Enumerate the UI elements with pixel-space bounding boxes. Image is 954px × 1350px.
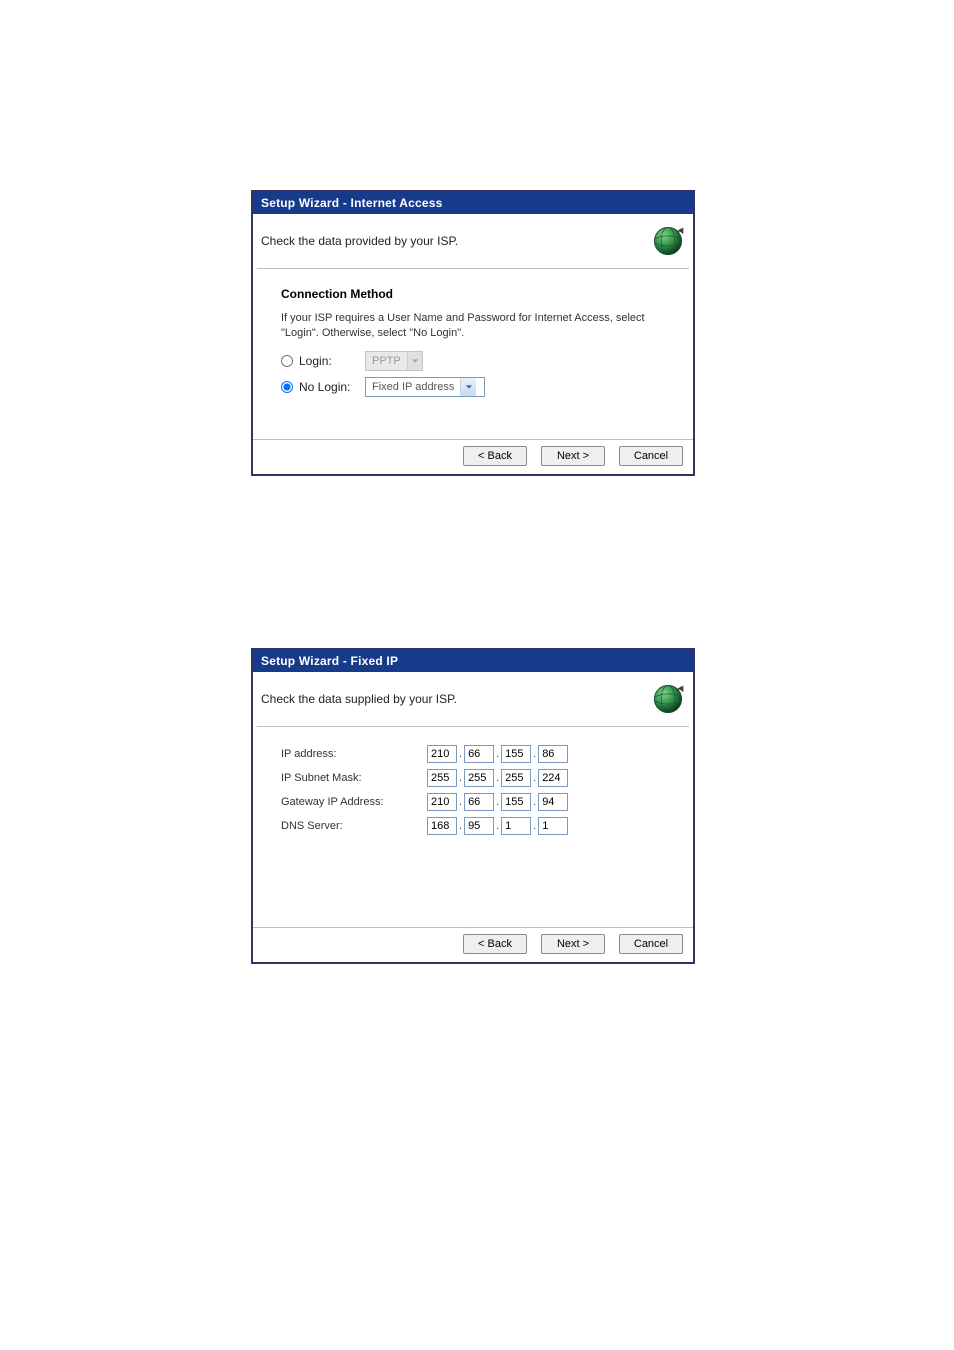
header-row: Check the data supplied by your ISP. (253, 672, 693, 726)
cancel-button[interactable]: Cancel (619, 934, 683, 954)
back-button[interactable]: < Back (463, 934, 527, 954)
ip-b[interactable] (464, 745, 494, 763)
login-row: Login: PPTP (281, 351, 665, 371)
dns-d[interactable] (538, 817, 568, 835)
nologin-row: No Login: Fixed IP address (281, 377, 665, 397)
subnet-d[interactable] (538, 769, 568, 787)
ip-c[interactable] (501, 745, 531, 763)
gateway-c[interactable] (501, 793, 531, 811)
wizard-panel-internet-access: Setup Wizard - Internet Access Check the… (251, 190, 695, 476)
cancel-button[interactable]: Cancel (619, 446, 683, 466)
header-text: Check the data provided by your ISP. (261, 234, 458, 248)
ip-address-label: IP address: (281, 748, 421, 760)
header-row: Check the data provided by your ISP. (253, 214, 693, 268)
back-button[interactable]: < Back (463, 446, 527, 466)
chevron-down-icon (407, 352, 422, 370)
gateway-ip-label: Gateway IP Address: (281, 796, 421, 808)
globe-icon (651, 224, 685, 258)
titlebar: Setup Wizard - Fixed IP (253, 650, 693, 672)
title-text: Setup Wizard - Fixed IP (261, 654, 398, 668)
chevron-down-icon (460, 378, 476, 396)
nologin-label: No Login: (299, 380, 359, 394)
content-area: Connection Method If your ISP requires a… (253, 269, 693, 439)
subnet-a[interactable] (427, 769, 457, 787)
section-heading: Connection Method (281, 287, 665, 301)
form-grid: IP address: . . . IP Subnet Mask: . . . … (281, 745, 665, 835)
title-text: Setup Wizard - Internet Access (261, 196, 443, 210)
wizard-panel-fixed-ip: Setup Wizard - Fixed IP Check the data s… (251, 648, 695, 964)
gateway-b[interactable] (464, 793, 494, 811)
login-select-value: PPTP (366, 355, 407, 367)
subnet-mask-label: IP Subnet Mask: (281, 772, 421, 784)
helper-text: If your ISP requires a User Name and Pas… (281, 311, 665, 341)
gateway-a[interactable] (427, 793, 457, 811)
nologin-select-value: Fixed IP address (366, 381, 460, 393)
nologin-radio[interactable] (281, 381, 293, 393)
dns-c[interactable] (501, 817, 531, 835)
button-bar: < Back Next > Cancel (253, 439, 693, 474)
next-button[interactable]: Next > (541, 934, 605, 954)
button-bar: < Back Next > Cancel (253, 927, 693, 962)
subnet-b[interactable] (464, 769, 494, 787)
content-area: IP address: . . . IP Subnet Mask: . . . … (253, 727, 693, 927)
login-select: PPTP (365, 351, 423, 371)
ip-a[interactable] (427, 745, 457, 763)
dns-b[interactable] (464, 817, 494, 835)
dns-a[interactable] (427, 817, 457, 835)
subnet-mask-inputs: . . . (427, 769, 665, 787)
gateway-d[interactable] (538, 793, 568, 811)
gateway-ip-inputs: . . . (427, 793, 665, 811)
titlebar: Setup Wizard - Internet Access (253, 192, 693, 214)
login-label: Login: (299, 354, 359, 368)
header-text: Check the data supplied by your ISP. (261, 692, 457, 706)
subnet-c[interactable] (501, 769, 531, 787)
dns-server-label: DNS Server: (281, 820, 421, 832)
login-radio[interactable] (281, 355, 293, 367)
ip-d[interactable] (538, 745, 568, 763)
dns-server-inputs: . . . (427, 817, 665, 835)
next-button[interactable]: Next > (541, 446, 605, 466)
nologin-select[interactable]: Fixed IP address (365, 377, 485, 397)
globe-icon (651, 682, 685, 716)
ip-address-inputs: . . . (427, 745, 665, 763)
